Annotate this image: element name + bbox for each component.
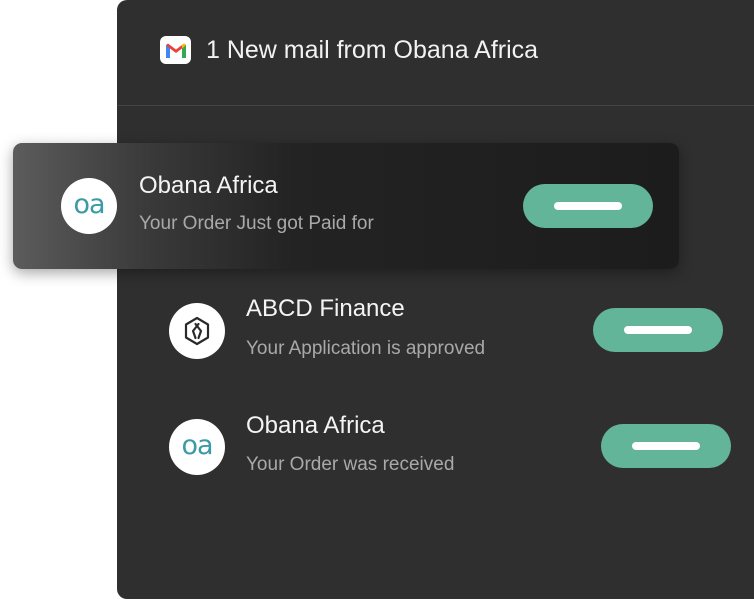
avatar-logo-text: oa [73,189,105,220]
gmail-icon [160,36,191,64]
abcd-finance-logo-icon [184,316,210,346]
notification-preview: Your Application is approved [246,338,486,359]
notification-preview: Your Order Just got Paid for [139,213,374,234]
notification-item-featured[interactable]: oa Obana Africa Your Order Just got Paid… [13,143,679,269]
notification-sender: Obana Africa [246,412,385,439]
abcd-finance-avatar [169,303,225,359]
gmail-icon-glyph [165,43,186,58]
action-bar-icon [632,442,700,450]
notification-item[interactable]: ABCD Finance Your Application is approve… [160,290,754,390]
notification-action-button[interactable] [601,424,731,468]
avatar-logo-text: oa [181,430,213,461]
obana-africa-avatar: oa [61,178,117,234]
notification-action-button[interactable] [523,184,653,228]
notification-sender: ABCD Finance [246,295,405,322]
action-bar-icon [624,326,692,334]
action-bar-icon [554,202,622,210]
notification-preview: Your Order was received [246,454,455,475]
panel-header: 1 New mail from Obana Africa [117,0,754,106]
notification-item[interactable]: oa Obana Africa Your Order was received [160,406,754,506]
panel-title: 1 New mail from Obana Africa [206,36,539,64]
notification-sender: Obana Africa [139,172,278,199]
notification-action-button[interactable] [593,308,723,352]
notification-stage: 1 New mail from Obana Africa oa Obana Af… [0,0,754,600]
obana-africa-avatar: oa [169,419,225,475]
